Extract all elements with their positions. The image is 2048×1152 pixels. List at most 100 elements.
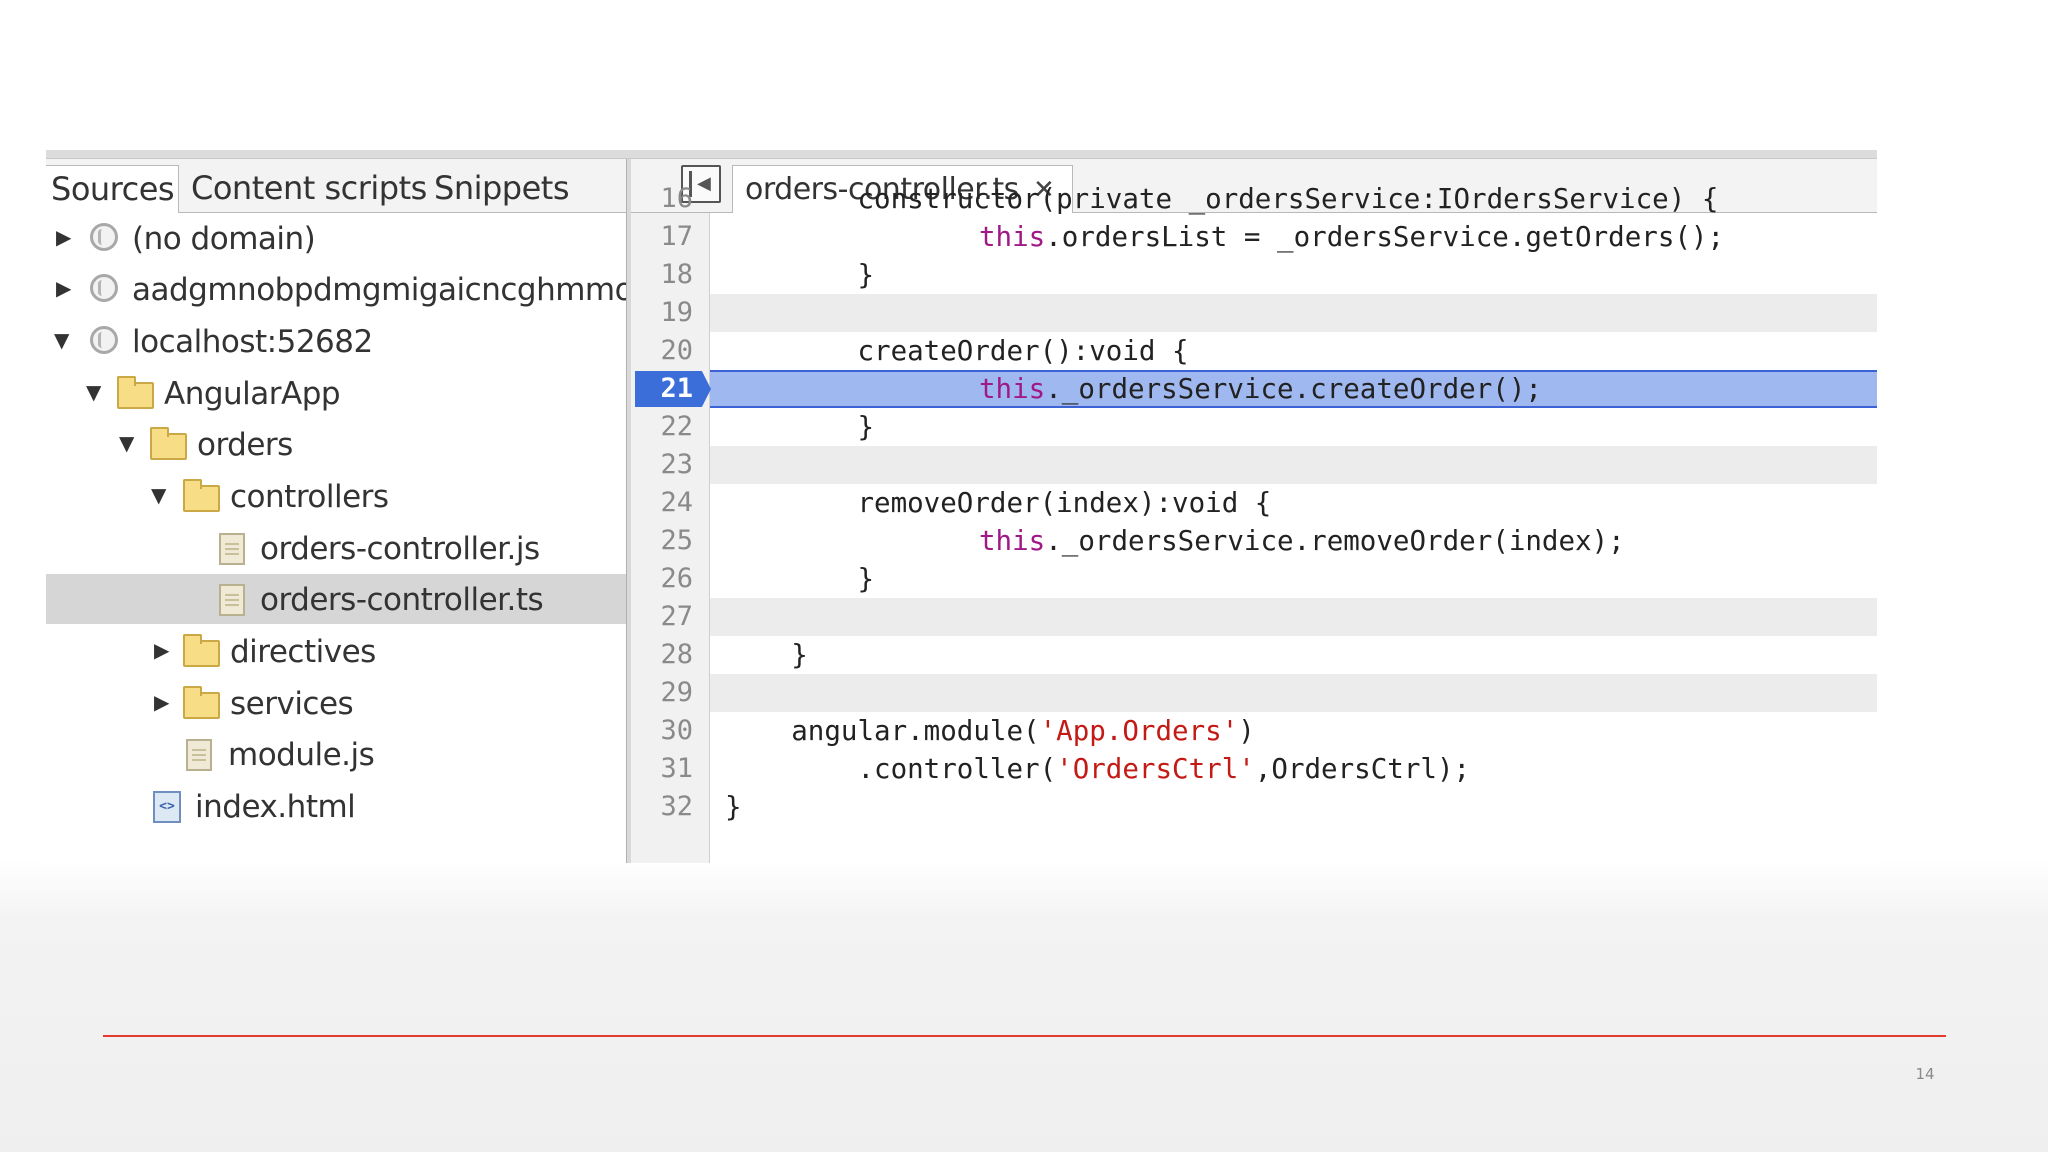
line-number[interactable]: 28 [631,636,693,674]
collapse-arrow-icon[interactable]: ▼ [54,329,74,351]
keyword-this: this [979,373,1046,405]
tab-snippets[interactable]: Snippets [434,165,570,212]
tree-item-label: index.html [195,789,356,825]
tree-item-angularapp[interactable]: ▼ AngularApp [46,368,626,418]
code-line-21-breakpoint: 21 this._ordersService.createOrder(); [631,370,1877,408]
tree-item-label: aadgmnobpdmgmigaicncghmmoe [132,272,626,308]
code-text: angular.module('App.Orders') [725,712,1255,750]
globe-icon [90,223,118,251]
tab-content-scripts[interactable]: Content scripts [191,165,427,212]
keyword-this: this [979,525,1046,557]
string-literal: 'OrdersCtrl' [1056,753,1255,785]
code-line-30: 30 angular.module('App.Orders') [631,712,1877,750]
tree-item-directives[interactable]: ▶ directives [46,626,626,676]
line-number[interactable]: 16 [631,180,693,218]
code-text: } [725,791,742,823]
expand-arrow-icon[interactable]: ▶ [56,277,76,299]
code-text: constructor(private _ordersService:IOrde… [725,183,1719,215]
tree-item-module-js[interactable]: module.js [46,729,626,779]
code-text: } [725,639,808,671]
navigator-tab-bar: Sources Content scripts Snippets [46,159,626,213]
folder-icon [183,634,220,667]
devtools-screenshot: Sources Content scripts Snippets ▶ (no d… [46,150,1877,863]
tree-item-index-html[interactable]: <> index.html [46,781,626,831]
code-line-29: 29 [631,674,1877,712]
line-number[interactable]: 20 [631,332,693,370]
expand-arrow-icon[interactable]: ▶ [154,639,174,661]
file-icon [219,533,245,565]
tab-snippets-label: Snippets [434,169,570,207]
footer-divider-line [103,1035,1946,1037]
tree-item-no-domain[interactable]: ▶ (no domain) [46,213,626,263]
line-number[interactable]: 17 [631,218,693,256]
code-fragment: ._ordersService.removeOrder(index); [1045,525,1625,557]
code-fragment: ._ordersService.createOrder(); [1045,373,1542,405]
line-number[interactable]: 26 [631,560,693,598]
code-line-22: 22 } [631,408,1877,446]
code-text: } [725,563,875,595]
line-number[interactable]: 27 [631,598,693,636]
tree-item-extension-domain[interactable]: ▶ aadgmnobpdmgmigaicncghmmoe [46,264,626,314]
tree-item-label: module.js [228,737,375,773]
page-number: 14 [1915,1065,1935,1083]
tab-sources[interactable]: Sources [46,165,179,213]
collapse-arrow-icon[interactable]: ▼ [151,484,171,506]
tree-item-label: orders [197,427,293,463]
tab-content-scripts-label: Content scripts [191,169,427,207]
file-icon [186,739,212,771]
line-number[interactable]: 30 [631,712,693,750]
code-line-28: 28 } [631,636,1877,674]
line-number[interactable]: 31 [631,750,693,788]
line-number[interactable]: 23 [631,446,693,484]
code-fragment: .ordersList = _ordersService.getOrders()… [1045,221,1725,253]
line-number[interactable]: 18 [631,256,693,294]
html-file-icon: <> [153,791,181,823]
editor-pane: ◀ orders-controller.ts ✕ 16 constructor(… [631,159,1877,863]
tree-item-services[interactable]: ▶ services [46,678,626,728]
folder-icon [183,686,220,719]
line-number[interactable]: 21 [631,370,693,408]
navigator-pane: Sources Content scripts Snippets ▶ (no d… [46,159,626,863]
tree-item-label: controllers [230,479,389,515]
tree-item-localhost[interactable]: ▼ localhost:52682 [46,316,626,366]
tree-item-controllers[interactable]: ▼ controllers [46,471,626,521]
code-line-20: 20 createOrder():void { [631,332,1877,370]
tab-sources-label: Sources [51,170,175,208]
code-fragment: .controller( [725,753,1057,785]
line-number[interactable]: 24 [631,484,693,522]
globe-icon [90,326,118,354]
code-text: this._ordersService.createOrder(); [979,370,1542,408]
tree-item-label: directives [230,634,376,670]
tree-item-orders[interactable]: ▼ orders [46,419,626,469]
code-line-17: 17 this.ordersList = _ordersService.getO… [631,218,1877,256]
code-line-27: 27 [631,598,1877,636]
collapse-arrow-icon[interactable]: ▼ [86,381,106,403]
code-fragment: ,OrdersCtrl); [1254,753,1471,785]
code-text: this.ordersList = _ordersService.getOrde… [979,218,1724,256]
code-line-23: 23 [631,446,1877,484]
line-number[interactable]: 32 [631,788,693,826]
code-line-16: 16 constructor(private _ordersService:IO… [631,180,1877,218]
line-number[interactable]: 25 [631,522,693,560]
expand-arrow-icon[interactable]: ▶ [56,226,76,248]
line-number[interactable]: 22 [631,408,693,446]
tree-item-label: AngularApp [164,376,341,412]
expand-arrow-icon[interactable]: ▶ [154,691,174,713]
collapse-arrow-icon[interactable]: ▼ [119,432,139,454]
code-text: } [725,411,875,443]
code-text: this._ordersService.removeOrder(index); [979,522,1625,560]
line-number[interactable]: 29 [631,674,693,712]
code-line-24: 24 removeOrder(index):void { [631,484,1877,522]
tree-item-orders-controller-ts[interactable]: orders-controller.ts [46,574,626,624]
line-number[interactable]: 19 [631,294,693,332]
tree-item-orders-controller-js[interactable]: orders-controller.js [46,523,626,573]
devtools-top-border [46,150,1877,159]
code-line-26: 26 } [631,560,1877,598]
slide-footer-background [0,860,2048,1152]
file-icon [219,584,245,616]
code-line-32: 32 } [631,788,1877,826]
string-literal: 'App.Orders' [1039,715,1239,747]
code-line-19: 19 [631,294,1877,332]
code-text: } [725,259,875,291]
code-text: removeOrder(index):void { [725,487,1272,519]
